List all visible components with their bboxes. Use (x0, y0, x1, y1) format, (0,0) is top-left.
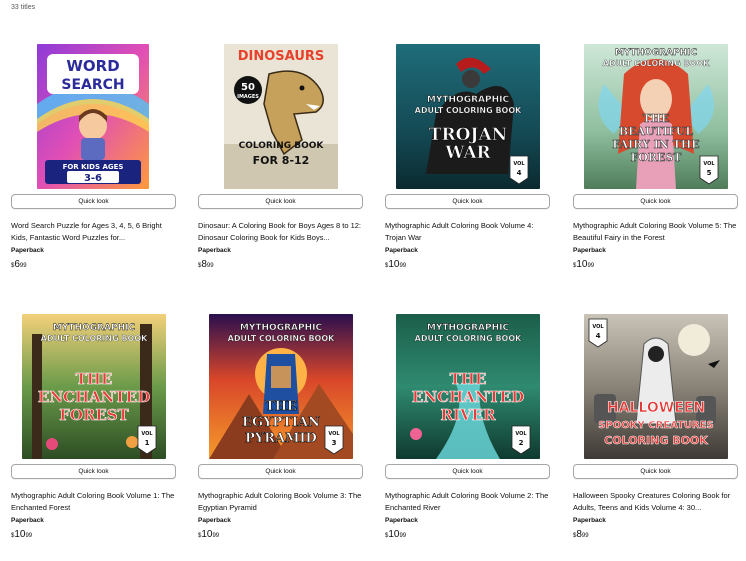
quick-look-button[interactable]: Quick look (385, 194, 550, 209)
product-price: $1099 (573, 259, 595, 270)
product-price: $1099 (385, 529, 407, 540)
cover-volume-number: 1 (145, 439, 150, 447)
cover-volume-label: VOL (328, 431, 340, 437)
product-format: Paperback (198, 517, 231, 524)
cover-series-line1: MYTHOGRAPHIC (53, 323, 136, 333)
cover-title-line3: FOREST (59, 406, 129, 424)
product-price: $699 (11, 259, 27, 270)
cover-volume-label: VOL (515, 431, 527, 437)
cover-title-line2: BEAUTIFUL (619, 125, 694, 138)
product-format: Paperback (198, 247, 231, 254)
cover-age-range: FOR 8-12 (253, 154, 310, 167)
cover-subtitle: COLORING BOOK (239, 141, 325, 151)
book-cover-image[interactable]: MYTHOGRAPHIC ADULT COLORING BOOK THE BEA… (584, 44, 728, 189)
cover-volume-label: VOL (703, 161, 715, 167)
cover-series-line1: MYTHOGRAPHIC (615, 48, 698, 58)
cover-volume-label: VOL (592, 324, 604, 330)
cover-title-line1: HALLOWEEN (607, 400, 705, 416)
quick-look-button[interactable]: Quick look (198, 464, 363, 479)
quick-look-button[interactable]: Quick look (11, 194, 176, 209)
product-title-link[interactable]: Word Search Puzzle for Ages 3, 4, 5, 6 B… (11, 220, 176, 243)
product-title-link[interactable]: Mythographic Adult Coloring Book Volume … (198, 490, 363, 513)
cover-title-line3: FAIRY IN THE (612, 138, 699, 151)
book-cover-image[interactable]: DINOSAURS 50 IMAGES COLORING BOOK FOR 8-… (224, 44, 338, 189)
quick-look-button[interactable]: Quick look (573, 464, 738, 479)
cover-title-line2: SPOOKY CREATURES (598, 420, 714, 431)
cover-title-line1: THE (265, 399, 297, 414)
cover-volume-number: 3 (332, 439, 337, 447)
quick-look-button[interactable]: Quick look (573, 194, 738, 209)
product-format: Paperback (573, 517, 606, 524)
cover-series-line2: ADULT COLORING BOOK (41, 334, 149, 343)
product-price: $899 (198, 259, 214, 270)
product-title-link[interactable]: Mythographic Adult Coloring Book Volume … (385, 490, 550, 513)
cover-age-range: 3-6 (84, 173, 102, 184)
book-cover-image[interactable]: MYTHOGRAPHIC ADULT COLORING BOOK TROJAN … (396, 44, 540, 189)
cover-volume-label: VOL (513, 161, 525, 167)
book-cover-image[interactable]: MYTHOGRAPHIC ADULT COLORING BOOK THE ENC… (22, 314, 166, 459)
cover-title-line1: DINOSAURS (238, 49, 325, 64)
cover-series-line2: ADULT COLORING BOOK (415, 106, 523, 115)
cover-series-line1: MYTHOGRAPHIC (427, 95, 510, 105)
book-cover-image[interactable]: WORD SEARCH FOR KIDS AGES 3-6 (37, 44, 149, 189)
cover-volume-label: VOL (141, 431, 153, 437)
cover-title-line2: ENCHANTED (412, 388, 524, 406)
product-price: $1099 (198, 529, 220, 540)
book-cover-image[interactable]: MYTHOGRAPHIC ADULT COLORING BOOK THE ENC… (396, 314, 540, 459)
cover-title-line2: SEARCH (61, 77, 124, 93)
cover-volume-number: 5 (707, 169, 712, 177)
cover-title-line2: EGYPTIAN (242, 415, 320, 430)
cover-title-line2: ENCHANTED (38, 388, 150, 406)
cover-title-line1: WORD (66, 57, 119, 75)
cover-series-line1: MYTHOGRAPHIC (427, 323, 510, 333)
cover-title-line3: RIVER (440, 406, 496, 424)
cover-title-line3: COLORING BOOK (604, 434, 708, 447)
product-format: Paperback (573, 247, 606, 254)
product-price: $1099 (385, 259, 407, 270)
quick-look-button[interactable]: Quick look (385, 464, 550, 479)
product-title-link[interactable]: Mythographic Adult Coloring Book Volume … (385, 220, 550, 243)
cover-title-line1: TROJAN (429, 125, 507, 145)
cover-series-line2: ADULT COLORING BOOK (415, 334, 523, 343)
cover-volume-number: 2 (519, 439, 524, 447)
cover-series-line2: ADULT COLORING BOOK (603, 59, 711, 68)
results-count: 33 titles (11, 4, 36, 11)
product-format: Paperback (385, 517, 418, 524)
product-format: Paperback (385, 247, 418, 254)
cover-volume-number: 4 (517, 169, 522, 177)
product-title-link[interactable]: Halloween Spooky Creatures Coloring Book… (573, 490, 738, 513)
product-format: Paperback (11, 517, 44, 524)
cover-series-line2: ADULT COLORING BOOK (228, 334, 336, 343)
cover-title-line3: PYRAMID (245, 431, 317, 446)
cover-title-line4: FOREST (630, 151, 682, 164)
cover-title-line2: WAR (444, 143, 491, 163)
cover-badge-number: 50 (241, 82, 255, 93)
product-title-link[interactable]: Dinosaur: A Coloring Book for Boys Ages … (198, 220, 363, 243)
cover-series-line1: MYTHOGRAPHIC (240, 323, 323, 333)
cover-title-line1: THE (450, 370, 487, 388)
quick-look-button[interactable]: Quick look (11, 464, 176, 479)
product-title-link[interactable]: Mythographic Adult Coloring Book Volume … (11, 490, 176, 513)
product-title-link[interactable]: Mythographic Adult Coloring Book Volume … (573, 220, 738, 243)
product-format: Paperback (11, 247, 44, 254)
product-price: $1099 (11, 529, 33, 540)
product-price: $899 (573, 529, 589, 540)
cover-title-line1: THE (76, 370, 113, 388)
cover-title-line1: THE (643, 112, 670, 125)
cover-subtitle: FOR KIDS AGES (63, 163, 124, 171)
book-cover-image[interactable]: MYTHOGRAPHIC ADULT COLORING BOOK THE EGY… (209, 314, 353, 459)
quick-look-button[interactable]: Quick look (198, 194, 363, 209)
cover-volume-number: 4 (596, 332, 601, 340)
book-cover-image[interactable]: VOL 4 HALLOWEEN SPOOKY CREATURES COLORIN… (584, 314, 728, 459)
cover-badge-label: IMAGES (237, 94, 259, 100)
